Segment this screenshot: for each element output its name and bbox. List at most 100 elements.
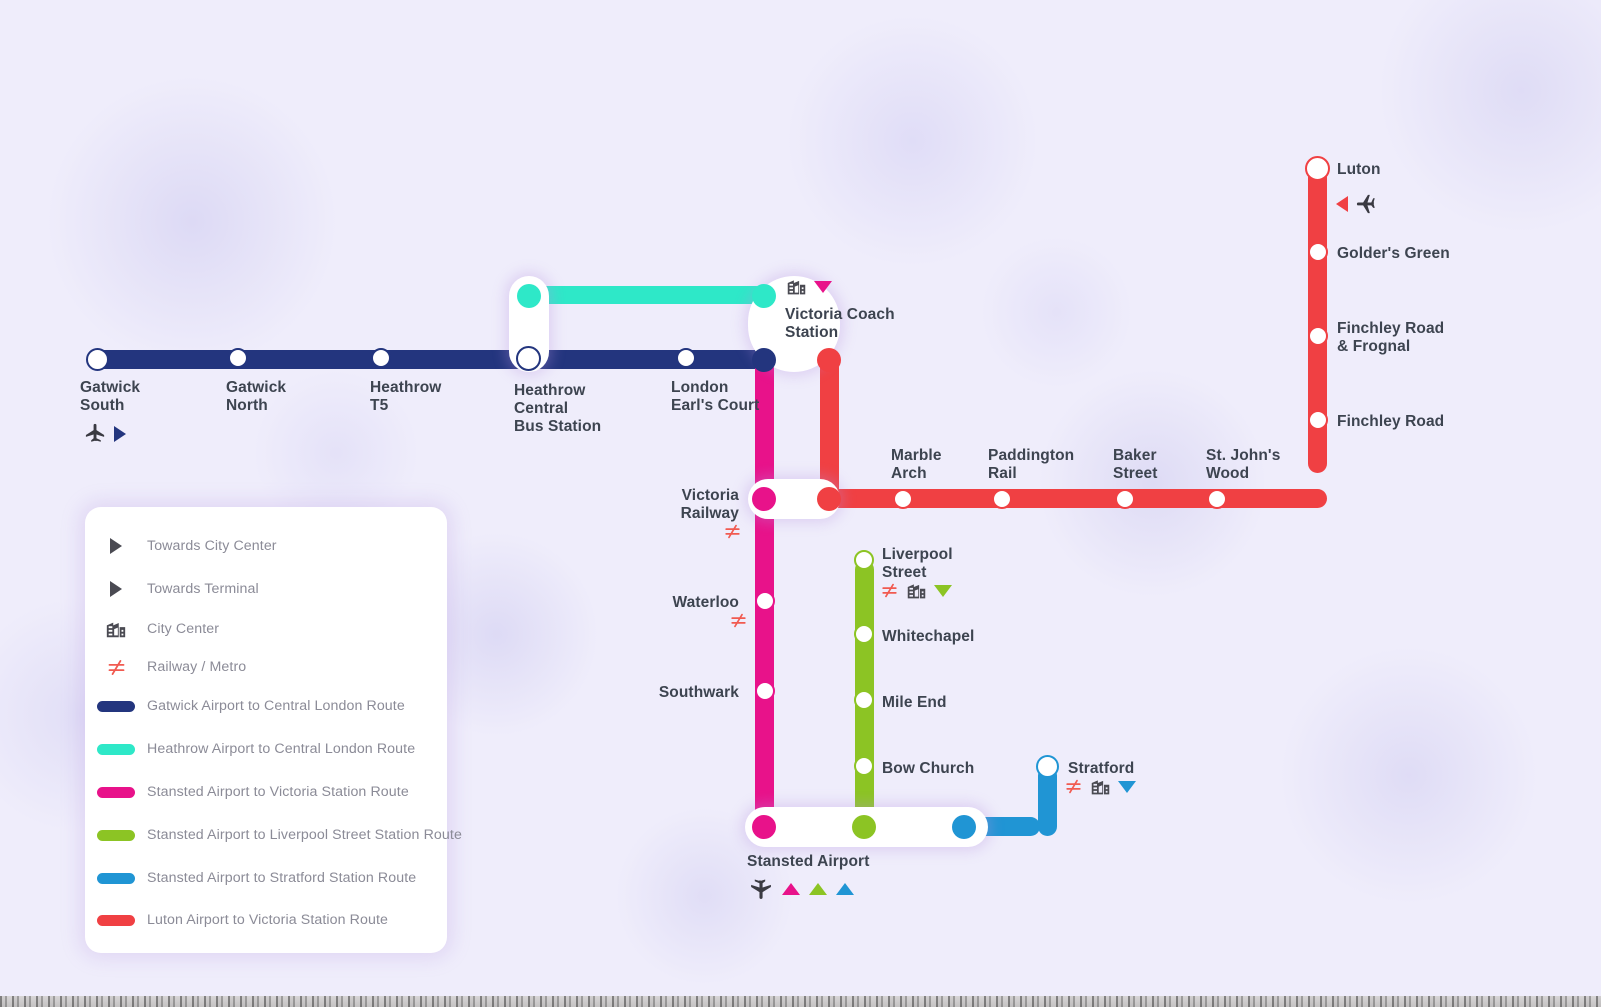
station-stop-finchley-road-frognal[interactable] xyxy=(1308,326,1328,346)
heathrow-central-cyan-dot[interactable] xyxy=(517,284,541,308)
city-icon xyxy=(1091,780,1110,795)
towards-terminal-arrow-icon xyxy=(782,882,800,895)
station-stop-golders-green[interactable] xyxy=(1308,242,1328,262)
legend-label: City Center xyxy=(147,621,220,637)
legend-item-towards-city-center: Towards City Center xyxy=(85,531,447,561)
route-swatch-luton xyxy=(85,914,147,926)
route-swatch-stansted-liverpool xyxy=(85,829,147,841)
station-stop-finchley-road[interactable] xyxy=(1308,410,1328,430)
legend-label: Gatwick Airport to Central London Route xyxy=(147,698,405,714)
route-swatch-heathrow xyxy=(85,743,147,755)
legend-item-stansted-liverpool-route: Stansted Airport to Liverpool Street Sta… xyxy=(85,820,462,850)
railway-icon xyxy=(1066,779,1081,794)
station-label-gatwick-north: Gatwick North xyxy=(226,379,287,415)
station-stop-mile-end[interactable] xyxy=(854,690,874,710)
victoria-railway-red-dot[interactable] xyxy=(817,487,841,511)
legend-item-city-center: City Center xyxy=(85,614,447,644)
station-label-stansted-airport: Stansted Airport xyxy=(747,853,870,870)
liverpool-street-icon-group xyxy=(880,580,952,601)
legend-item-towards-terminal: Towards Terminal xyxy=(85,574,447,604)
victoria-railway-icon-group xyxy=(723,522,742,541)
heathrow-route-line xyxy=(520,286,765,304)
station-stop-bow-church[interactable] xyxy=(854,756,874,776)
station-stop-gatwick-south[interactable] xyxy=(86,348,109,371)
luton-icon-group xyxy=(1336,192,1378,215)
towards-city-center-arrow-icon xyxy=(85,538,147,554)
waterloo-icon-group xyxy=(729,611,748,630)
plane-icon xyxy=(1356,194,1375,214)
towards-terminal-arrow-icon xyxy=(814,280,832,293)
railway-icon xyxy=(725,524,740,539)
legend-label: Stansted Airport to Victoria Station Rou… xyxy=(147,784,409,800)
victoria-coach-icon-group xyxy=(786,276,832,297)
city-icon xyxy=(907,584,926,599)
legend-item-heathrow-route: Heathrow Airport to Central London Route xyxy=(85,734,447,764)
legend-label: Stansted Airport to Liverpool Street Sta… xyxy=(147,827,462,843)
station-stop-heathrow-central[interactable] xyxy=(516,346,541,371)
station-stop-gatwick-north[interactable] xyxy=(228,348,248,368)
station-stop-waterloo[interactable] xyxy=(755,591,775,611)
towards-city-center-arrow-icon xyxy=(1336,195,1348,212)
bottom-texture-strip xyxy=(0,996,1601,1007)
station-stop-st-johns-wood[interactable] xyxy=(1207,489,1227,509)
map-legend-panel: Towards City Center Towards Terminal Cit… xyxy=(85,507,462,953)
station-label-heathrow-t5: Heathrow T5 xyxy=(370,379,442,415)
stratford-icon-group xyxy=(1064,776,1136,797)
station-label-victoria-coach: Victoria Coach Station xyxy=(785,306,895,342)
legend-item-stansted-stratford-route: Stansted Airport to Stratford Station Ro… xyxy=(85,863,447,893)
railway-icon xyxy=(731,613,746,628)
station-label-st-johns-wood: St. John's Wood xyxy=(1206,447,1281,483)
towards-city-center-arrow-icon xyxy=(114,425,126,442)
station-stop-stratford[interactable] xyxy=(1036,755,1059,778)
station-stop-heathrow-t5[interactable] xyxy=(371,348,391,368)
city-icon xyxy=(787,280,806,295)
luton-route-line-victoria-segment xyxy=(820,358,839,498)
towards-terminal-arrow-icon xyxy=(85,581,147,597)
towards-terminal-arrow-icon xyxy=(836,882,854,895)
victoria-railway-pink-dot[interactable] xyxy=(752,487,776,511)
station-label-heathrow-central: Heathrow Central Bus Station xyxy=(514,382,602,436)
towards-terminal-arrow-icon xyxy=(1118,780,1136,793)
station-stop-marble-arch[interactable] xyxy=(893,489,913,509)
station-label-waterloo: Waterloo xyxy=(672,594,739,611)
legend-item-gatwick-route: Gatwick Airport to Central London Route xyxy=(85,691,447,721)
gatwick-south-icon-group xyxy=(84,422,126,445)
legend-item-railway-metro: Railway / Metro xyxy=(85,652,447,682)
station-label-gatwick-south: Gatwick South xyxy=(80,379,141,415)
station-stop-luton[interactable] xyxy=(1305,156,1330,181)
station-label-london-earls-court: London Earl's Court xyxy=(671,379,760,415)
station-stop-paddington-rail[interactable] xyxy=(992,489,1012,509)
legend-label: Railway / Metro xyxy=(147,659,247,675)
city-icon xyxy=(85,618,147,640)
station-label-golders-green: Golder's Green xyxy=(1337,245,1450,262)
station-label-bow-church: Bow Church xyxy=(882,760,975,777)
victoria-coach-red-dot[interactable] xyxy=(817,348,841,372)
stansted-green-dot[interactable] xyxy=(852,815,876,839)
station-label-liverpool-street: Liverpool Street xyxy=(882,546,953,582)
station-stop-southwark[interactable] xyxy=(755,681,775,701)
legend-item-stansted-victoria-route: Stansted Airport to Victoria Station Rou… xyxy=(85,777,447,807)
station-label-victoria-railway: Victoria Railway xyxy=(680,487,739,523)
station-label-mile-end: Mile End xyxy=(882,694,947,711)
gatwick-route-line xyxy=(88,350,773,369)
station-stop-liverpool-street[interactable] xyxy=(854,550,874,570)
plane-icon xyxy=(751,879,771,899)
victoria-coach-cyan-dot[interactable] xyxy=(752,284,776,308)
legend-label: Towards Terminal xyxy=(147,581,259,597)
station-stop-whitechapel[interactable] xyxy=(854,624,874,644)
legend-label: Stansted Airport to Stratford Station Ro… xyxy=(147,870,417,886)
stansted-pink-dot[interactable] xyxy=(752,815,776,839)
station-label-whitechapel: Whitechapel xyxy=(882,628,975,645)
station-label-finchley-road-frognal: Finchley Road & Frognal xyxy=(1337,320,1445,356)
station-label-finchley-road: Finchley Road xyxy=(1337,413,1445,430)
station-stop-london-earls-court[interactable] xyxy=(676,348,696,368)
railway-icon xyxy=(85,657,147,678)
legend-label: Heathrow Airport to Central London Route xyxy=(147,741,416,757)
station-label-paddington-rail: Paddington Rail xyxy=(988,447,1075,483)
stansted-blue-dot[interactable] xyxy=(952,815,976,839)
legend-item-luton-route: Luton Airport to Victoria Station Route xyxy=(85,905,447,935)
station-label-southwark: Southwark xyxy=(658,684,739,701)
victoria-coach-navy-dot[interactable] xyxy=(752,348,776,372)
station-label-luton: Luton xyxy=(1337,161,1381,178)
station-stop-baker-street[interactable] xyxy=(1115,489,1135,509)
